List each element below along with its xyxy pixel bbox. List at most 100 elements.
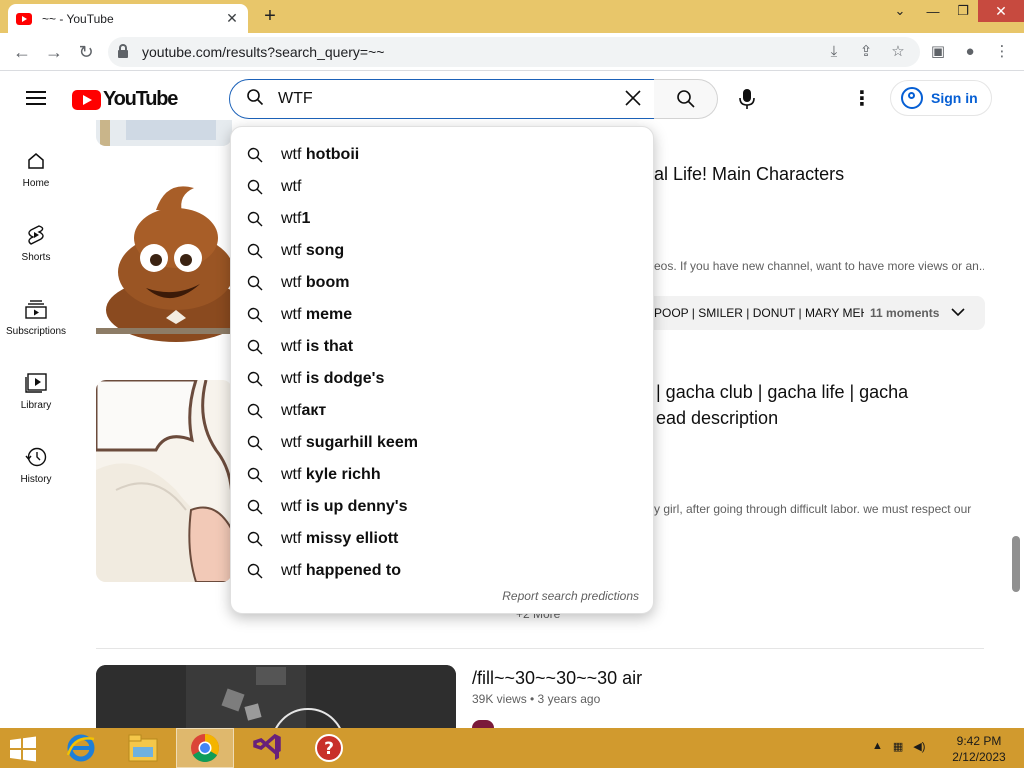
suggestion-completion: kyle richh — [301, 466, 381, 483]
windows-start-icon[interactable] — [8, 736, 38, 762]
search-suggestion-item[interactable]: wtf is up denny's — [231, 491, 655, 523]
video-thumbnail[interactable] — [96, 665, 456, 728]
tab-title: ~~ - YouTube — [42, 11, 114, 26]
window-restore-button[interactable]: ❐ — [950, 0, 976, 22]
suggestion-completion: is dodge's — [301, 370, 385, 387]
search-icon — [247, 563, 265, 579]
browser-tab[interactable]: ~~ - YouTube ✕ — [8, 4, 248, 33]
search-suggestion-item[interactable]: wtf hotboii — [231, 139, 655, 171]
suggestion-completion: boom — [301, 274, 350, 291]
youtube-favicon-icon — [16, 12, 32, 25]
reload-icon[interactable]: ↻ — [74, 40, 98, 64]
voice-search-mic-icon[interactable] — [734, 86, 760, 112]
tab-close-icon[interactable]: ✕ — [224, 10, 240, 27]
video-title[interactable]: /fill~~30~~30~~30 air — [472, 668, 872, 689]
search-suggestion-item[interactable]: wtf boom — [231, 267, 655, 299]
settings-more-icon[interactable]: ⋮ — [850, 88, 874, 110]
account-circle-icon — [901, 87, 923, 109]
hamburger-menu-icon[interactable] — [24, 88, 48, 108]
help-icon[interactable]: ? — [300, 728, 358, 768]
address-bar[interactable]: youtube.com/results?search_query=~~ — [108, 37, 920, 67]
search-suggestion-item[interactable]: wtf акт — [231, 395, 655, 427]
video-title-line-1[interactable]: | gacha club | gacha life | gacha — [656, 382, 986, 403]
search-icon — [247, 275, 265, 291]
search-suggestion-item[interactable]: wtf kyle richh — [231, 459, 655, 491]
new-tab-button[interactable]: + — [258, 6, 282, 28]
side-panel-icon[interactable]: ▣ — [928, 42, 948, 62]
chevron-down-icon — [951, 306, 965, 320]
lock-icon — [118, 44, 128, 58]
back-arrow-icon[interactable]: ← — [10, 40, 34, 64]
search-button[interactable] — [654, 79, 718, 119]
video-title[interactable]: al Life! Main Characters — [654, 164, 974, 185]
search-icon — [247, 179, 265, 195]
suggestion-prefix: wtf — [281, 530, 302, 547]
video-thumbnail[interactable] — [96, 380, 232, 582]
search-suggestion-item[interactable]: wtf is that — [231, 331, 655, 363]
page-scrollbar-thumb[interactable] — [1012, 536, 1020, 592]
search-icon — [676, 90, 695, 108]
video-metadata: 39K views • 3 years ago — [472, 692, 601, 706]
key-moments-bar[interactable]: POOP | SMILER | DONUT | MARY MEH... 11 m… — [640, 296, 985, 330]
sidebar-item-subscriptions[interactable]: Subscriptions — [0, 288, 72, 348]
search-suggestion-item[interactable]: wtf sugarhill keem — [231, 427, 655, 459]
poop-emoji-thumbnail-image — [96, 186, 232, 342]
video-thumbnail[interactable] — [96, 160, 232, 350]
search-icon — [247, 435, 265, 451]
suggestion-completion: happened to — [301, 562, 402, 579]
suggestion-prefix: wtf — [281, 466, 302, 483]
gacha-cartoon-thumbnail-image — [96, 380, 232, 582]
install-app-icon[interactable]: ⤓ — [824, 42, 844, 62]
suggestion-prefix: wtf — [281, 178, 302, 195]
search-suggestion-item[interactable]: wtf meme — [231, 299, 655, 331]
subscriptions-icon — [0, 296, 72, 322]
search-input[interactable] — [278, 90, 598, 108]
profile-icon[interactable]: ● — [960, 42, 980, 62]
sidebar-item-history[interactable]: History — [0, 436, 72, 496]
youtube-logo[interactable]: YouTube — [72, 88, 178, 111]
search-suggestion-item[interactable]: wtf missy elliott — [231, 523, 655, 555]
clear-search-icon[interactable] — [622, 88, 644, 110]
suggestion-completion: is that — [301, 338, 354, 355]
sign-in-button[interactable]: Sign in — [890, 80, 992, 116]
system-tray[interactable]: ▲ ▦ ◀) — [872, 740, 925, 753]
tab-search-chevron-icon[interactable]: ⌄ — [886, 0, 914, 22]
volume-icon[interactable]: ◀) — [913, 740, 925, 753]
sidebar-item-label: Library — [20, 400, 52, 411]
search-suggestion-item[interactable]: wtf song — [231, 235, 655, 267]
window-close-button[interactable]: ✕ — [978, 0, 1024, 22]
share-icon[interactable]: ⇪ — [856, 42, 876, 62]
chrome-icon[interactable] — [176, 728, 234, 768]
internet-explorer-icon[interactable] — [52, 728, 110, 768]
search-suggestion-item[interactable]: wtf is dodge's — [231, 363, 655, 395]
sidebar-item-home[interactable]: Home — [0, 140, 72, 200]
sidebar-item-label: Subscriptions — [5, 326, 67, 337]
visual-studio-icon[interactable] — [238, 728, 296, 768]
video-title-line-2[interactable]: ead description — [656, 408, 986, 429]
sidebar-item-shorts[interactable]: Shorts — [0, 214, 72, 274]
suggestion-prefix: wtf — [281, 370, 302, 387]
suggestion-completion: missy elliott — [301, 530, 399, 547]
sidebar-item-library[interactable]: Library — [0, 362, 72, 422]
suggestion-completion: is up denny's — [301, 498, 408, 515]
search-suggestion-item[interactable]: wtf 1 — [231, 203, 655, 235]
taskbar-clock[interactable]: 9:42 PM 2/12/2023 — [944, 733, 1014, 765]
browser-menu-icon[interactable]: ⋮ — [992, 42, 1012, 62]
show-hidden-icons-icon[interactable]: ▲ — [872, 740, 883, 753]
search-icon — [247, 499, 265, 515]
channel-avatar[interactable] — [472, 720, 494, 728]
search-suggestion-item[interactable]: wtf happened to — [231, 555, 655, 587]
minecraft-thumbnail-image — [96, 665, 456, 728]
search-suggestion-item[interactable]: wtf — [231, 171, 655, 203]
window-minimize-button[interactable]: — — [918, 0, 948, 22]
file-explorer-icon[interactable] — [114, 728, 172, 768]
key-moments-count: 11 moments — [870, 306, 940, 320]
network-icon[interactable]: ▦ — [893, 740, 903, 753]
youtube-play-icon — [72, 89, 101, 110]
search-icon — [247, 147, 265, 163]
bookmark-star-icon[interactable]: ☆ — [888, 42, 908, 62]
suggestion-prefix: wtf — [281, 146, 302, 163]
forward-arrow-icon[interactable]: → — [42, 40, 66, 64]
report-search-predictions-link[interactable]: Report search predictions — [502, 589, 639, 603]
video-thumbnail[interactable] — [96, 120, 232, 146]
